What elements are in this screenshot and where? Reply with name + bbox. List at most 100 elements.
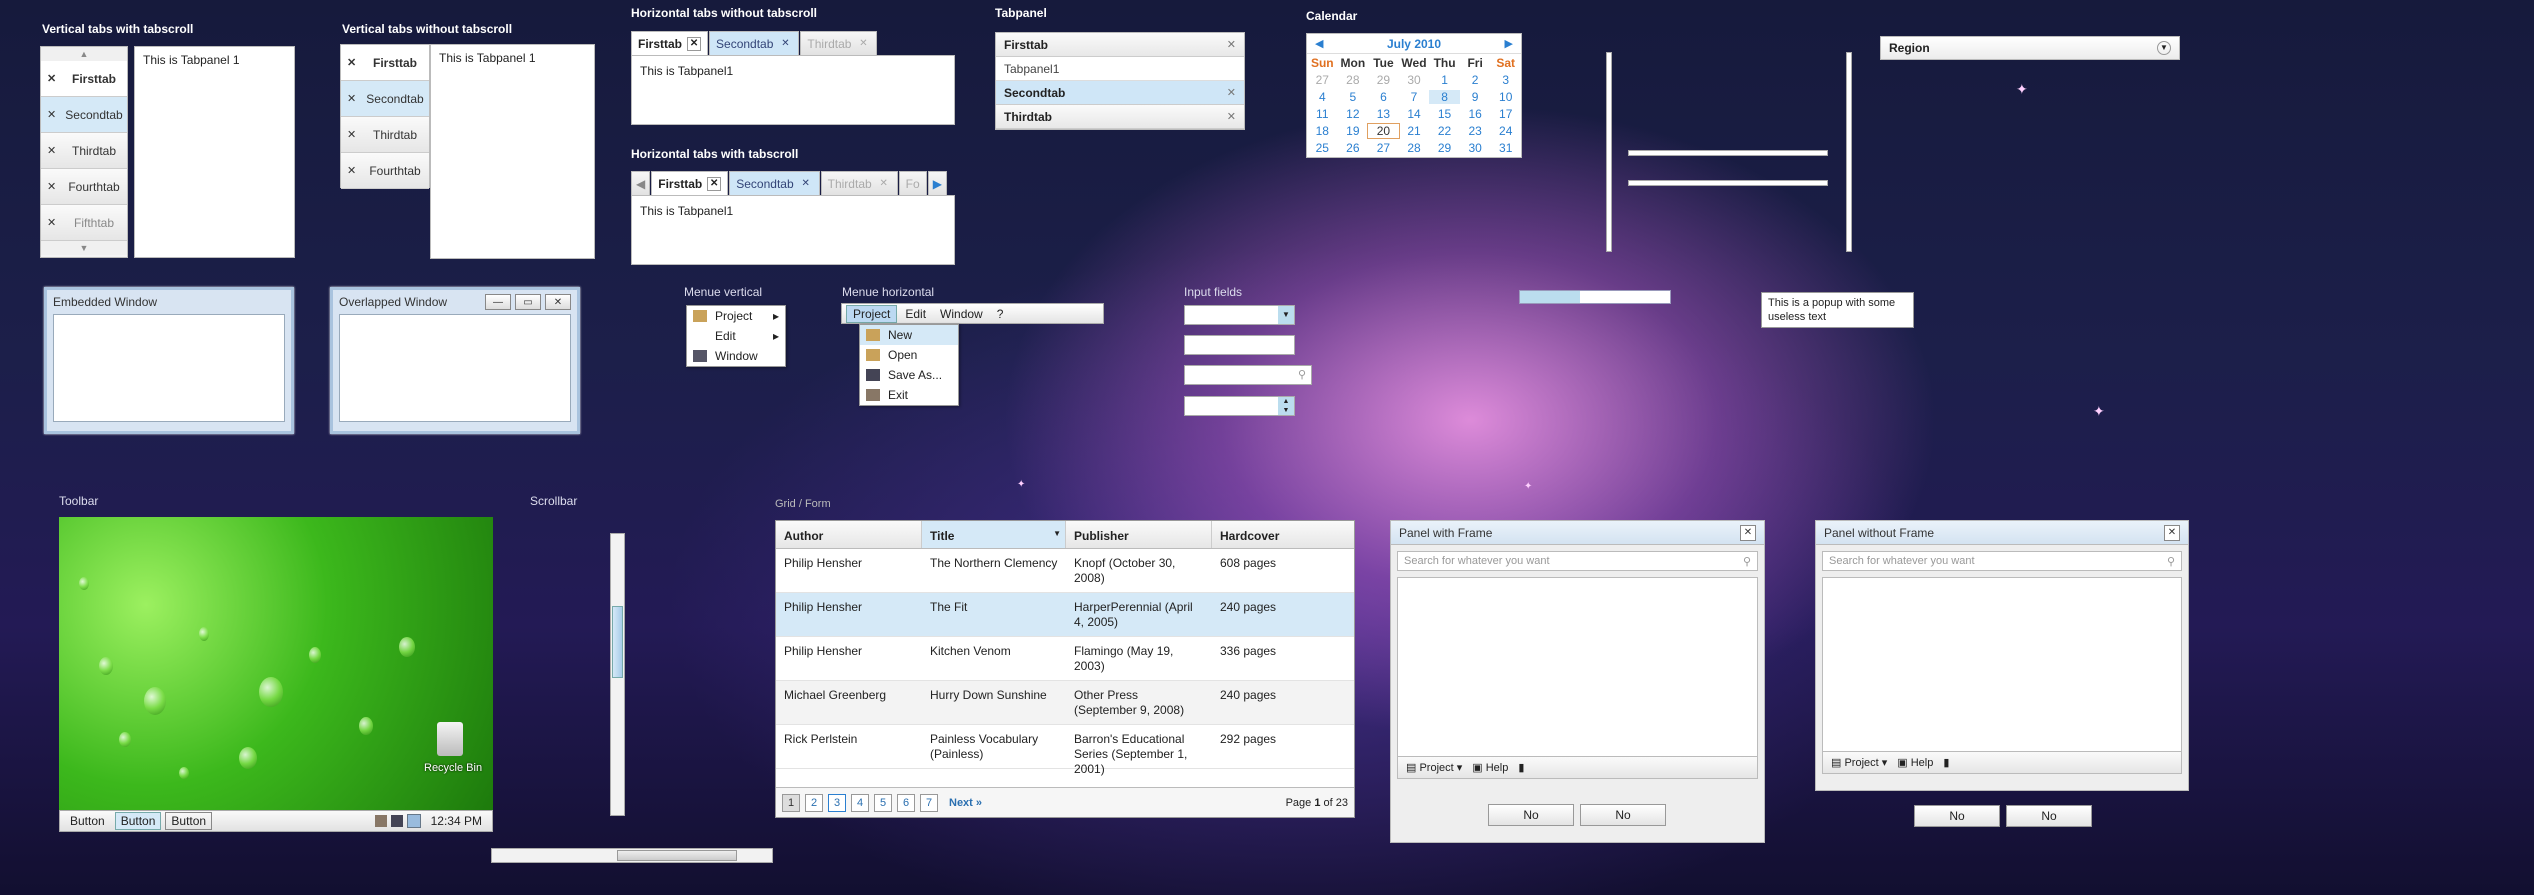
help-button[interactable]: ▣ Help [1472,761,1508,774]
close-icon[interactable]: ✕ [1227,110,1236,123]
text-input[interactable] [1184,335,1295,355]
prev-month-icon[interactable]: ◀ [1315,37,1323,50]
page-button[interactable]: 1 [782,793,800,812]
tab-secondtab[interactable]: ✕ Secondtab [341,81,429,117]
no-button[interactable]: No [2006,805,2092,827]
table-row[interactable]: Rick Perlstein Painless Vocabulary (Painl… [776,725,1354,776]
sort-menu-icon[interactable]: ▼ [1053,529,1061,538]
menu-item-new[interactable]: New [860,325,958,345]
calendar-day[interactable]: 30 [1460,141,1491,155]
close-icon[interactable]: ✕ [707,176,722,191]
calendar-day[interactable]: 19 [1338,124,1369,138]
maximize-icon[interactable]: ▭ [515,294,541,311]
calendar-day[interactable]: 21 [1399,124,1430,138]
close-icon[interactable]: ✕ [47,180,61,193]
scroll-left-icon[interactable]: ◀ [631,171,651,195]
calendar-day[interactable]: 28 [1338,73,1369,87]
tab-fourthtab[interactable]: Fo [898,171,927,195]
vertical-slider[interactable] [1606,52,1612,252]
calendar-day[interactable]: 29 [1429,141,1460,155]
column-publisher[interactable]: Publisher [1066,521,1212,548]
tab-thirdtab[interactable]: Thirdtab ✕ [800,31,878,55]
calendar-day[interactable]: 5 [1338,90,1369,104]
vertical-scrollbar[interactable] [610,533,625,816]
menu-item-exit[interactable]: Exit [860,385,958,405]
number-stepper[interactable]: ▲ ▼ [1184,396,1295,416]
calendar-day[interactable]: 13 [1368,107,1399,121]
calendar-day[interactable]: 25 [1307,141,1338,155]
calendar-day[interactable]: 22 [1429,124,1460,138]
calendar-day[interactable]: 7 [1399,90,1430,104]
table-row[interactable]: Michael Greenberg Hurry Down Sunshine Othe… [776,681,1354,725]
scrollbar-thumb[interactable] [617,850,737,861]
page-button[interactable]: 2 [805,793,823,812]
calendar-day[interactable]: 6 [1368,90,1399,104]
horizontal-slider[interactable] [1628,150,1828,156]
close-icon[interactable]: ✕ [1227,38,1236,51]
menu-window[interactable]: Window [934,306,989,322]
page-button[interactable]: 3 [828,793,846,812]
tab-fourthtab[interactable]: ✕ Fourthtab [41,169,127,205]
tab-secondtab[interactable]: Secondtab ✕ [729,171,820,195]
table-row[interactable]: Philip Hensher The Fit HarperPerennial (Ap… [776,593,1354,637]
menu-edit[interactable]: Edit [899,306,932,322]
menu-project[interactable]: Project [846,304,898,323]
calendar-day[interactable]: 8 [1429,90,1460,104]
menu-help[interactable]: ? [991,306,1010,322]
page-button[interactable]: 4 [851,793,869,812]
accordion-thirdtab[interactable]: Thirdtab ✕ [996,105,1244,129]
scroll-down-icon[interactable]: ▼ [41,241,127,255]
close-icon[interactable]: ✕ [856,37,870,51]
close-icon[interactable]: ✕ [1227,86,1236,99]
toolbar-button[interactable]: Button [114,812,162,830]
project-menu[interactable]: ▤ Project ▾ [1831,756,1887,769]
toolbar-button[interactable]: Button [165,812,213,830]
search-input[interactable]: Search for whatever you want ⚲ [1397,551,1758,571]
close-icon[interactable]: ✕ [47,72,61,85]
tab-firsttab[interactable]: ✕ Firsttab [341,45,429,81]
toolbar-button[interactable]: Button [64,812,111,830]
scroll-right-icon[interactable]: ▶ [927,171,947,195]
tab-firsttab[interactable]: Firsttab ✕ [631,31,709,55]
no-button[interactable]: No [1914,805,2000,827]
minimize-icon[interactable]: — [485,294,511,311]
accordion-firsttab[interactable]: Firsttab ✕ [996,33,1244,57]
page-button[interactable]: 7 [920,793,938,812]
column-author[interactable]: Author [776,521,922,548]
close-icon[interactable]: ✕ [545,294,571,311]
no-button[interactable]: No [1488,804,1574,826]
save-icon[interactable] [390,815,403,827]
chevron-down-icon[interactable]: ▼ [1278,306,1294,324]
calendar-day[interactable]: 10 [1490,90,1521,104]
tab-firsttab[interactable]: Firsttab ✕ [651,171,729,195]
open-icon[interactable] [406,814,421,828]
close-icon[interactable]: ✕ [347,92,361,105]
menu-item-project[interactable]: Project ▸ [687,306,785,326]
page-button[interactable]: 5 [874,793,892,812]
exit-icon[interactable]: ▮ [1518,761,1524,774]
calendar-day[interactable]: 29 [1368,73,1399,87]
chevron-down-icon[interactable]: ▼ [2157,41,2171,55]
calendar-day[interactable]: 1 [1429,73,1460,87]
help-button[interactable]: ▣ Help [1897,756,1933,769]
tab-fourthtab[interactable]: ✕ Fourthtab [341,153,429,189]
close-icon[interactable]: ✕ [2164,524,2180,541]
calendar-day[interactable]: 3 [1490,73,1521,87]
region-select[interactable]: Region ▼ [1880,36,2180,60]
next-month-icon[interactable]: ▶ [1505,37,1513,50]
horizontal-slider[interactable] [1628,180,1828,186]
menu-item-window[interactable]: Window [687,346,785,366]
scrollbar-thumb[interactable] [612,606,623,678]
search-input[interactable]: Search for whatever you want ⚲ [1822,551,2182,571]
calendar-day[interactable]: 26 [1338,141,1369,155]
tab-thirdtab[interactable]: Thirdtab ✕ [820,171,898,195]
horizontal-scrollbar[interactable] [491,848,773,863]
close-icon[interactable]: ✕ [47,108,61,121]
calendar-day[interactable]: 15 [1429,107,1460,121]
calendar-day[interactable]: 16 [1460,107,1491,121]
scroll-up-icon[interactable]: ▲ [41,47,127,61]
tab-thirdtab[interactable]: ✕ Thirdtab [41,133,127,169]
column-hardcover[interactable]: Hardcover [1212,521,1354,548]
close-icon[interactable]: ✕ [687,36,702,51]
calendar-day[interactable]: 23 [1460,124,1491,138]
